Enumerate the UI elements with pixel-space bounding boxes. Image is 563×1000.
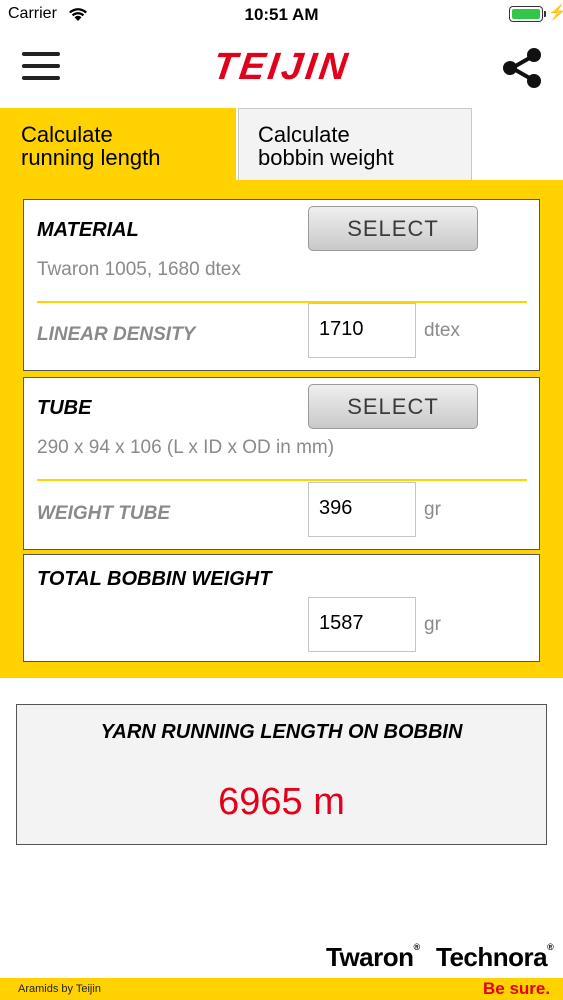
tab-bobbin-weight[interactable]: Calculate bobbin weight — [238, 108, 472, 180]
divider — [37, 301, 527, 303]
twaron-text: Twaron — [326, 942, 414, 972]
technora-logo: Technora® — [436, 942, 554, 973]
weight-tube-unit: gr — [424, 499, 441, 520]
tube-select-button[interactable]: SELECT — [308, 384, 478, 429]
material-card: MATERIAL SELECT Twaron 1005, 1680 dtex L… — [23, 199, 540, 371]
result-title: YARN RUNNING LENGTH ON BOBBIN — [100, 721, 463, 743]
brand-logos: Twaron® Technora® — [0, 938, 563, 978]
total-weight-title: TOTAL BOBBIN WEIGHT — [37, 568, 272, 590]
linear-density-input[interactable]: 1710 — [308, 303, 416, 358]
battery-cap — [544, 11, 546, 17]
clock: 10:51 AM — [244, 5, 319, 24]
total-weight-unit: gr — [424, 614, 441, 635]
tab-running-length[interactable]: Calculate running length — [0, 108, 236, 180]
tube-card: TUBE SELECT 290 x 94 x 106 (L x ID x OD … — [23, 377, 540, 550]
calculator-panel: MATERIAL SELECT Twaron 1005, 1680 dtex L… — [0, 180, 563, 678]
weight-tube-label: WEIGHT TUBE — [37, 503, 170, 524]
weight-tube-input[interactable]: 396 — [308, 482, 416, 537]
total-weight-card: TOTAL BOBBIN WEIGHT 1587 gr — [23, 554, 540, 662]
registered-mark: ® — [547, 942, 554, 952]
tab-bar: Calculate running length Calculate bobbi… — [0, 108, 563, 180]
share-icon[interactable] — [500, 46, 544, 90]
status-bar: Carrier 10:51 AM ⚡ — [0, 0, 563, 28]
tube-title: TUBE — [37, 397, 92, 419]
tab-label-line2: bobbin weight — [258, 145, 394, 170]
footer-bar: Aramids by Teijin Be sure. — [0, 978, 563, 1000]
teijin-logo: TEIJIN — [210, 46, 353, 88]
tab-label-line2: running length — [21, 145, 161, 170]
twaron-logo: Twaron® — [326, 942, 420, 973]
tube-selected: 290 x 94 x 106 (L x ID x OD in mm) — [37, 437, 335, 458]
material-select-button[interactable]: SELECT — [308, 206, 478, 251]
footer-tagline: Aramids by Teijin — [18, 983, 101, 995]
total-weight-input[interactable]: 1587 — [308, 597, 416, 652]
linear-density-label: LINEAR DENSITY — [37, 324, 196, 345]
tab-label-line1: Calculate — [258, 122, 350, 147]
material-title: MATERIAL — [37, 219, 139, 241]
tab-label-line1: Calculate — [21, 122, 113, 147]
result-value: 6965 m — [218, 781, 345, 823]
footer-slogan: Be sure. — [483, 979, 551, 998]
result-box: YARN RUNNING LENGTH ON BOBBIN 6965 m — [16, 704, 547, 845]
technora-text: Technora — [436, 942, 548, 972]
linear-density-unit: dtex — [424, 320, 460, 341]
material-selected: Twaron 1005, 1680 dtex — [37, 259, 241, 280]
nav-bar: TEIJIN — [0, 28, 563, 108]
charging-bolt-icon: ⚡ — [548, 4, 563, 21]
registered-mark: ® — [413, 942, 421, 952]
battery-icon — [509, 6, 543, 22]
divider — [37, 479, 527, 481]
